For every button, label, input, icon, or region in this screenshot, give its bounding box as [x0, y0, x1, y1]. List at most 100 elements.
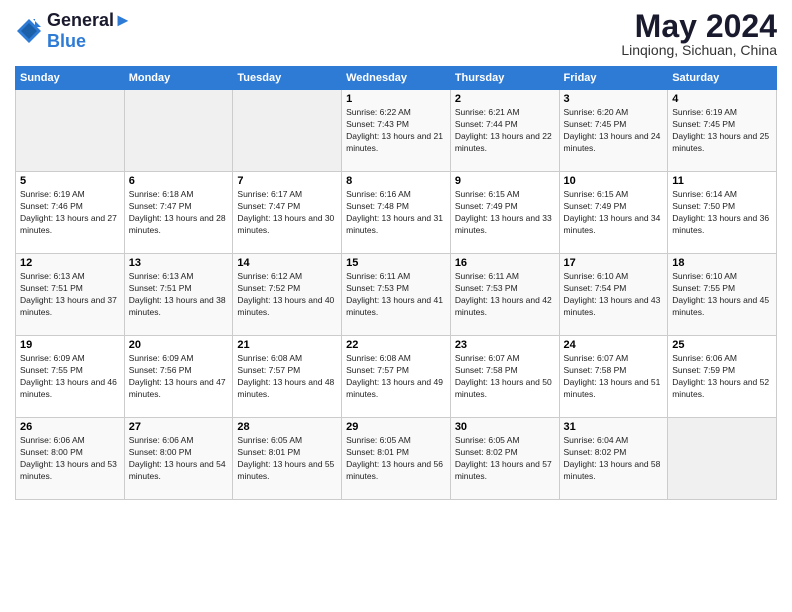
- day-cell: 12 Sunrise: 6:13 AMSunset: 7:51 PMDayligh…: [16, 254, 125, 336]
- day-cell: 6 Sunrise: 6:18 AMSunset: 7:47 PMDaylight…: [124, 172, 233, 254]
- day-cell: 11 Sunrise: 6:14 AMSunset: 7:50 PMDayligh…: [668, 172, 777, 254]
- day-cell: [124, 90, 233, 172]
- day-number: 30: [455, 421, 555, 433]
- day-cell: 28Sunrise: 6:05 AMSunset: 8:01 PMDayligh…: [233, 418, 342, 500]
- day-cell: [668, 418, 777, 500]
- day-info: Sunrise: 6:16 AMSunset: 7:48 PMDaylight:…: [346, 189, 446, 237]
- day-cell: 13Sunrise: 6:13 AMSunset: 7:51 PMDayligh…: [124, 254, 233, 336]
- day-cell: 2 Sunrise: 6:21 AMSunset: 7:44 PMDaylight…: [450, 90, 559, 172]
- week-row-4: 19 Sunrise: 6:09 AMSunset: 7:55 PMDayligh…: [16, 336, 777, 418]
- day-info: Sunrise: 6:21 AMSunset: 7:44 PMDaylight:…: [455, 107, 555, 155]
- day-number: 29: [346, 421, 446, 433]
- day-cell: 3 Sunrise: 6:20 AMSunset: 7:45 PMDaylight…: [559, 90, 668, 172]
- day-cell: 14 Sunrise: 6:12 AMSunset: 7:52 PMDayligh…: [233, 254, 342, 336]
- day-number: 8: [346, 175, 446, 187]
- day-number: 2: [455, 93, 555, 105]
- weekday-header-thursday: Thursday: [450, 67, 559, 90]
- day-info: Sunrise: 6:05 AMSunset: 8:02 PMDaylight:…: [455, 435, 555, 483]
- day-info: Sunrise: 6:08 AMSunset: 7:57 PMDaylight:…: [237, 353, 337, 401]
- weekday-header-wednesday: Wednesday: [342, 67, 451, 90]
- day-number: 3: [564, 93, 664, 105]
- day-number: 15: [346, 257, 446, 269]
- day-cell: 8 Sunrise: 6:16 AMSunset: 7:48 PMDaylight…: [342, 172, 451, 254]
- week-row-3: 12 Sunrise: 6:13 AMSunset: 7:51 PMDayligh…: [16, 254, 777, 336]
- day-info: Sunrise: 6:15 AMSunset: 7:49 PMDaylight:…: [564, 189, 664, 237]
- day-cell: 7 Sunrise: 6:17 AMSunset: 7:47 PMDaylight…: [233, 172, 342, 254]
- weekday-header-friday: Friday: [559, 67, 668, 90]
- day-number: 20: [129, 339, 229, 351]
- calendar-page: General► Blue May 2024 Linqiong, Sichuan…: [0, 0, 792, 612]
- day-info: Sunrise: 6:11 AMSunset: 7:53 PMDaylight:…: [346, 271, 446, 319]
- day-cell: 17 Sunrise: 6:10 AMSunset: 7:54 PMDayligh…: [559, 254, 668, 336]
- day-number: 9: [455, 175, 555, 187]
- day-number: 12: [20, 257, 120, 269]
- day-info: Sunrise: 6:17 AMSunset: 7:47 PMDaylight:…: [237, 189, 337, 237]
- day-cell: 27Sunrise: 6:06 AMSunset: 8:00 PMDayligh…: [124, 418, 233, 500]
- day-number: 5: [20, 175, 120, 187]
- day-info: Sunrise: 6:13 AMSunset: 7:51 PMDaylight:…: [20, 271, 120, 319]
- day-info: Sunrise: 6:05 AMSunset: 8:01 PMDaylight:…: [346, 435, 446, 483]
- day-cell: 22 Sunrise: 6:08 AMSunset: 7:57 PMDayligh…: [342, 336, 451, 418]
- day-info: Sunrise: 6:18 AMSunset: 7:47 PMDaylight:…: [129, 189, 229, 237]
- day-info: Sunrise: 6:10 AMSunset: 7:55 PMDaylight:…: [672, 271, 772, 319]
- day-cell: [233, 90, 342, 172]
- day-info: Sunrise: 6:14 AMSunset: 7:50 PMDaylight:…: [672, 189, 772, 237]
- day-cell: 24Sunrise: 6:07 AMSunset: 7:58 PMDayligh…: [559, 336, 668, 418]
- day-number: 6: [129, 175, 229, 187]
- day-number: 4: [672, 93, 772, 105]
- day-info: Sunrise: 6:09 AMSunset: 7:55 PMDaylight:…: [20, 353, 120, 401]
- weekday-header-saturday: Saturday: [668, 67, 777, 90]
- day-number: 19: [20, 339, 120, 351]
- month-title: May 2024: [621, 10, 777, 42]
- day-number: 16: [455, 257, 555, 269]
- week-row-2: 5 Sunrise: 6:19 AMSunset: 7:46 PMDaylight…: [16, 172, 777, 254]
- day-info: Sunrise: 6:22 AMSunset: 7:43 PMDaylight:…: [346, 107, 446, 155]
- day-number: 7: [237, 175, 337, 187]
- day-info: Sunrise: 6:08 AMSunset: 7:57 PMDaylight:…: [346, 353, 446, 401]
- weekday-header-row: SundayMondayTuesdayWednesdayThursdayFrid…: [16, 67, 777, 90]
- day-number: 24: [564, 339, 664, 351]
- day-number: 26: [20, 421, 120, 433]
- day-number: 11: [672, 175, 772, 187]
- day-number: 17: [564, 257, 664, 269]
- day-info: Sunrise: 6:15 AMSunset: 7:49 PMDaylight:…: [455, 189, 555, 237]
- day-number: 27: [129, 421, 229, 433]
- day-cell: 19 Sunrise: 6:09 AMSunset: 7:55 PMDayligh…: [16, 336, 125, 418]
- day-cell: 16Sunrise: 6:11 AMSunset: 7:53 PMDayligh…: [450, 254, 559, 336]
- day-number: 14: [237, 257, 337, 269]
- day-info: Sunrise: 6:19 AMSunset: 7:46 PMDaylight:…: [20, 189, 120, 237]
- day-info: Sunrise: 6:13 AMSunset: 7:51 PMDaylight:…: [129, 271, 229, 319]
- day-info: Sunrise: 6:12 AMSunset: 7:52 PMDaylight:…: [237, 271, 337, 319]
- day-cell: 9 Sunrise: 6:15 AMSunset: 7:49 PMDaylight…: [450, 172, 559, 254]
- day-cell: 20 Sunrise: 6:09 AMSunset: 7:56 PMDayligh…: [124, 336, 233, 418]
- weekday-header-monday: Monday: [124, 67, 233, 90]
- day-cell: 25 Sunrise: 6:06 AMSunset: 7:59 PMDayligh…: [668, 336, 777, 418]
- day-info: Sunrise: 6:06 AMSunset: 8:00 PMDaylight:…: [20, 435, 120, 483]
- day-info: Sunrise: 6:20 AMSunset: 7:45 PMDaylight:…: [564, 107, 664, 155]
- weekday-header-sunday: Sunday: [16, 67, 125, 90]
- day-number: 10: [564, 175, 664, 187]
- day-info: Sunrise: 6:06 AMSunset: 7:59 PMDaylight:…: [672, 353, 772, 401]
- day-info: Sunrise: 6:09 AMSunset: 7:56 PMDaylight:…: [129, 353, 229, 401]
- day-cell: 31Sunrise: 6:04 AMSunset: 8:02 PMDayligh…: [559, 418, 668, 500]
- day-cell: 15 Sunrise: 6:11 AMSunset: 7:53 PMDayligh…: [342, 254, 451, 336]
- day-cell: 30 Sunrise: 6:05 AMSunset: 8:02 PMDayligh…: [450, 418, 559, 500]
- day-info: Sunrise: 6:10 AMSunset: 7:54 PMDaylight:…: [564, 271, 664, 319]
- week-row-5: 26 Sunrise: 6:06 AMSunset: 8:00 PMDayligh…: [16, 418, 777, 500]
- logo-icon: [15, 17, 43, 45]
- header: General► Blue May 2024 Linqiong, Sichuan…: [15, 10, 777, 58]
- day-cell: 4Sunrise: 6:19 AMSunset: 7:45 PMDaylight…: [668, 90, 777, 172]
- day-cell: 23Sunrise: 6:07 AMSunset: 7:58 PMDayligh…: [450, 336, 559, 418]
- day-cell: 29 Sunrise: 6:05 AMSunset: 8:01 PMDayligh…: [342, 418, 451, 500]
- weekday-header-tuesday: Tuesday: [233, 67, 342, 90]
- day-cell: 10 Sunrise: 6:15 AMSunset: 7:49 PMDayligh…: [559, 172, 668, 254]
- day-info: Sunrise: 6:07 AMSunset: 7:58 PMDaylight:…: [455, 353, 555, 401]
- logo: General► Blue: [15, 10, 132, 52]
- day-info: Sunrise: 6:05 AMSunset: 8:01 PMDaylight:…: [237, 435, 337, 483]
- day-number: 25: [672, 339, 772, 351]
- day-cell: 5 Sunrise: 6:19 AMSunset: 7:46 PMDaylight…: [16, 172, 125, 254]
- day-cell: 1Sunrise: 6:22 AMSunset: 7:43 PMDaylight…: [342, 90, 451, 172]
- day-number: 31: [564, 421, 664, 433]
- day-number: 18: [672, 257, 772, 269]
- day-number: 22: [346, 339, 446, 351]
